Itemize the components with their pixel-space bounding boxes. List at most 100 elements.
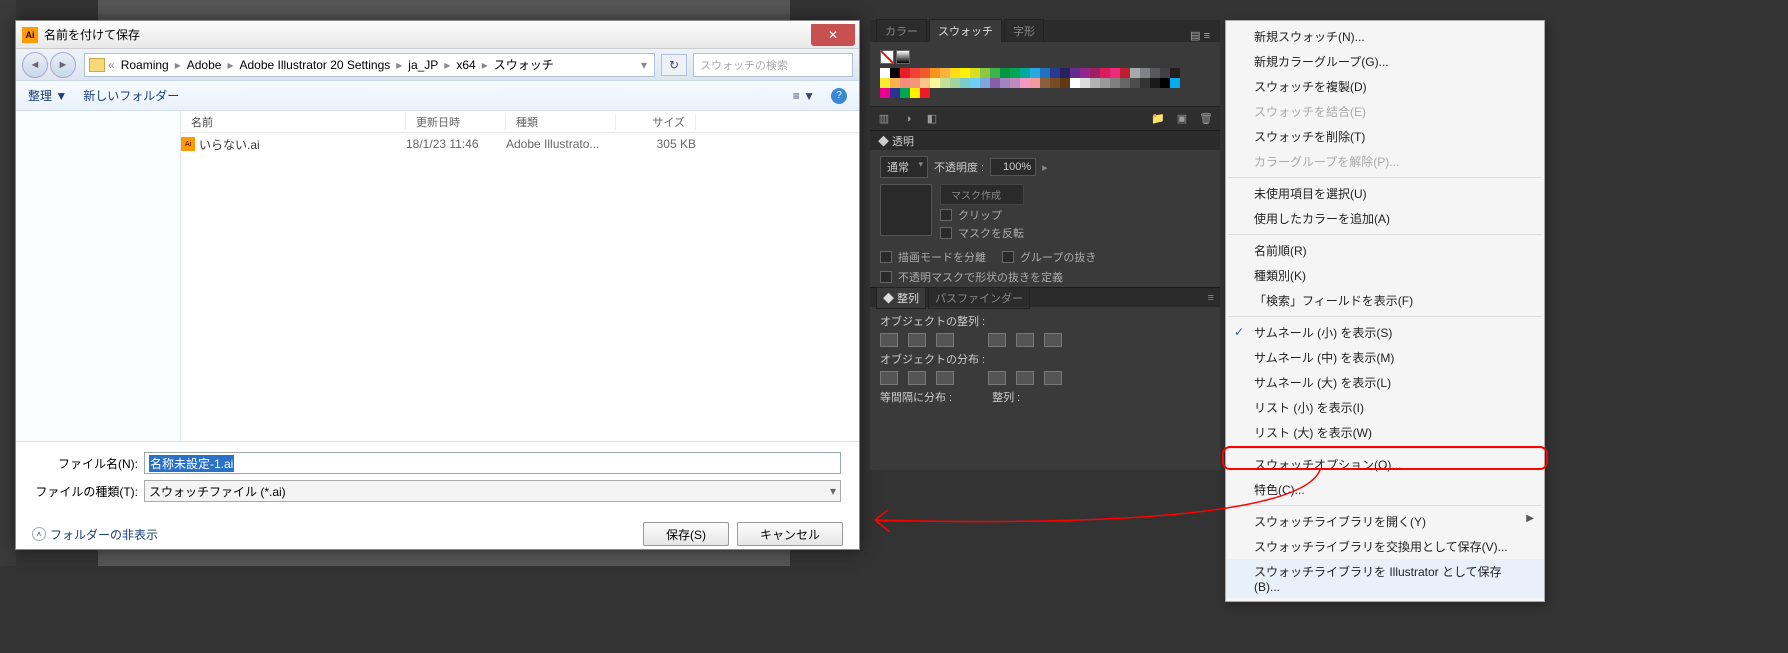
menu-item[interactable]: 新規カラーグループ(G)... — [1226, 49, 1544, 74]
swatch-cell[interactable] — [1080, 68, 1090, 78]
navigation-pane[interactable] — [16, 111, 181, 441]
swatch-cell[interactable] — [1100, 68, 1110, 78]
menu-item[interactable]: サムネール (中) を表示(M) — [1226, 345, 1544, 370]
align-top-icon[interactable] — [988, 333, 1006, 347]
menu-item[interactable]: スウォッチライブラリを Illustrator として保存(B)... — [1226, 559, 1544, 598]
menu-item[interactable]: スウォッチを削除(T) — [1226, 124, 1544, 149]
file-row[interactable]: Aiいらない.ai18/1/23 11:46Adobe Illustrato..… — [181, 133, 859, 155]
path-seg[interactable]: スウォッチ — [491, 56, 557, 73]
nav-back-button[interactable]: ◄ — [22, 52, 48, 78]
dist-left-icon[interactable] — [988, 371, 1006, 385]
swatch-cell[interactable] — [920, 78, 930, 88]
swatch-cell[interactable] — [1090, 78, 1100, 88]
tab-pathfinder[interactable]: パスファインダー — [928, 287, 1030, 309]
align-bottom-icon[interactable] — [1044, 333, 1062, 347]
swatch-cell[interactable] — [990, 78, 1000, 88]
organize-menu[interactable]: 整理 ▼ — [28, 87, 67, 104]
swatch-cell[interactable] — [1130, 68, 1140, 78]
close-button[interactable]: ✕ — [811, 24, 855, 46]
swatch-cell[interactable] — [910, 88, 920, 98]
swatch-cell[interactable] — [1050, 68, 1060, 78]
new-group-icon[interactable]: 📁 — [1150, 111, 1166, 127]
breadcrumb[interactable]: « Roaming▸ Adobe▸ Adobe Illustrator 20 S… — [84, 53, 655, 77]
swatch-cell[interactable] — [1140, 68, 1150, 78]
hide-folders-button[interactable]: ˄ フォルダーの非表示 — [32, 526, 158, 543]
swatch-library-icon[interactable]: ▥ — [876, 111, 892, 127]
swatch-cell[interactable] — [920, 68, 930, 78]
menu-item[interactable]: サムネール (小) を表示(S)✓ — [1226, 320, 1544, 345]
view-mode-button[interactable]: ≡ ▼ — [793, 89, 815, 103]
align-menu-icon[interactable]: ≡ — [1208, 292, 1214, 304]
path-seg[interactable]: Roaming — [118, 58, 172, 72]
menu-item[interactable]: 未使用項目を選択(U) — [1226, 181, 1544, 206]
col-name[interactable]: 名前 — [181, 114, 406, 130]
swatch-cell[interactable] — [1170, 78, 1180, 88]
swatch-cell[interactable] — [1070, 78, 1080, 88]
invert-checkbox[interactable] — [940, 227, 952, 239]
swatch-cell[interactable] — [970, 68, 980, 78]
swatch-cell[interactable] — [930, 68, 940, 78]
swatch-cell[interactable] — [1120, 78, 1130, 88]
swatch-cell[interactable] — [1010, 68, 1020, 78]
swatch-cell[interactable] — [1120, 68, 1130, 78]
new-swatch-icon[interactable]: ▣ — [1174, 111, 1190, 127]
menu-item[interactable]: 使用したカラーを追加(A) — [1226, 206, 1544, 231]
dist-hcenter-icon[interactable] — [1016, 371, 1034, 385]
align-vcenter-icon[interactable] — [1016, 333, 1034, 347]
swatch-cell[interactable] — [1000, 68, 1010, 78]
swatch-cell[interactable] — [1020, 78, 1030, 88]
swatch-cell[interactable] — [940, 68, 950, 78]
swatch-cell[interactable] — [1110, 68, 1120, 78]
swatch-cell[interactable] — [990, 68, 1000, 78]
swatch-cell[interactable] — [1170, 68, 1180, 78]
menu-item[interactable]: サムネール (大) を表示(L) — [1226, 370, 1544, 395]
knockout-checkbox[interactable] — [1002, 251, 1014, 263]
menu-item[interactable]: スウォッチライブラリを開く(Y)▶ — [1226, 509, 1544, 534]
tab-glyphs[interactable]: 字形 — [1004, 19, 1044, 42]
menu-item[interactable]: 名前順(R) — [1226, 238, 1544, 263]
col-date[interactable]: 更新日時 — [406, 114, 506, 130]
swatch-cell[interactable] — [1090, 68, 1100, 78]
swatch-cell[interactable] — [910, 68, 920, 78]
opacity-input[interactable]: 100% — [990, 158, 1036, 176]
transparency-tab[interactable]: ◆ 透明 — [870, 130, 1220, 150]
swatch-cell[interactable] — [920, 88, 930, 98]
swatch-cell[interactable] — [1040, 68, 1050, 78]
none-swatch-icon[interactable] — [880, 50, 894, 64]
align-hcenter-icon[interactable] — [908, 333, 926, 347]
clip-checkbox[interactable] — [940, 209, 952, 221]
menu-item[interactable]: 種類別(K) — [1226, 263, 1544, 288]
swatch-cell[interactable] — [1100, 78, 1110, 88]
align-right-icon[interactable] — [936, 333, 954, 347]
swatch-cell[interactable] — [940, 78, 950, 88]
swatch-cell[interactable] — [1020, 68, 1030, 78]
swatch-cell[interactable] — [950, 68, 960, 78]
swatch-cell[interactable] — [1040, 78, 1050, 88]
menu-item[interactable]: スウォッチオプション(O)... — [1226, 452, 1544, 477]
swatch-cell[interactable] — [890, 68, 900, 78]
swatch-cell[interactable] — [1110, 78, 1120, 88]
swatch-cell[interactable] — [1060, 78, 1070, 88]
swatch-panel-menu[interactable]: 新規スウォッチ(N)...新規カラーグループ(G)...スウォッチを複製(D)ス… — [1225, 20, 1545, 602]
swatch-cell[interactable] — [1080, 78, 1090, 88]
swatch-cell[interactable] — [880, 68, 890, 78]
menu-item[interactable]: リスト (小) を表示(I) — [1226, 395, 1544, 420]
swatch-cell[interactable] — [1130, 78, 1140, 88]
menu-item[interactable]: リスト (大) を表示(W) — [1226, 420, 1544, 445]
filetype-combo[interactable]: スウォッチファイル (*.ai)▾ — [144, 480, 841, 502]
file-list[interactable]: 名前 更新日時 種類 サイズ Aiいらない.ai18/1/23 11:46Ado… — [181, 111, 859, 441]
swatch-cell[interactable] — [960, 78, 970, 88]
delete-swatch-icon[interactable]: 🗑 — [1198, 111, 1214, 127]
swatch-cell[interactable] — [950, 78, 960, 88]
swatch-cell[interactable] — [1150, 68, 1160, 78]
col-type[interactable]: 種類 — [506, 114, 616, 130]
swatch-cell[interactable] — [900, 78, 910, 88]
swatch-cell[interactable] — [980, 68, 990, 78]
swatch-cell[interactable] — [910, 78, 920, 88]
isolate-checkbox[interactable] — [880, 251, 892, 263]
swatch-cell[interactable] — [1010, 78, 1020, 88]
dist-top-icon[interactable] — [880, 371, 898, 385]
swatch-cell[interactable] — [1050, 78, 1060, 88]
swatch-cell[interactable] — [900, 68, 910, 78]
swatch-grid[interactable] — [880, 68, 1210, 98]
